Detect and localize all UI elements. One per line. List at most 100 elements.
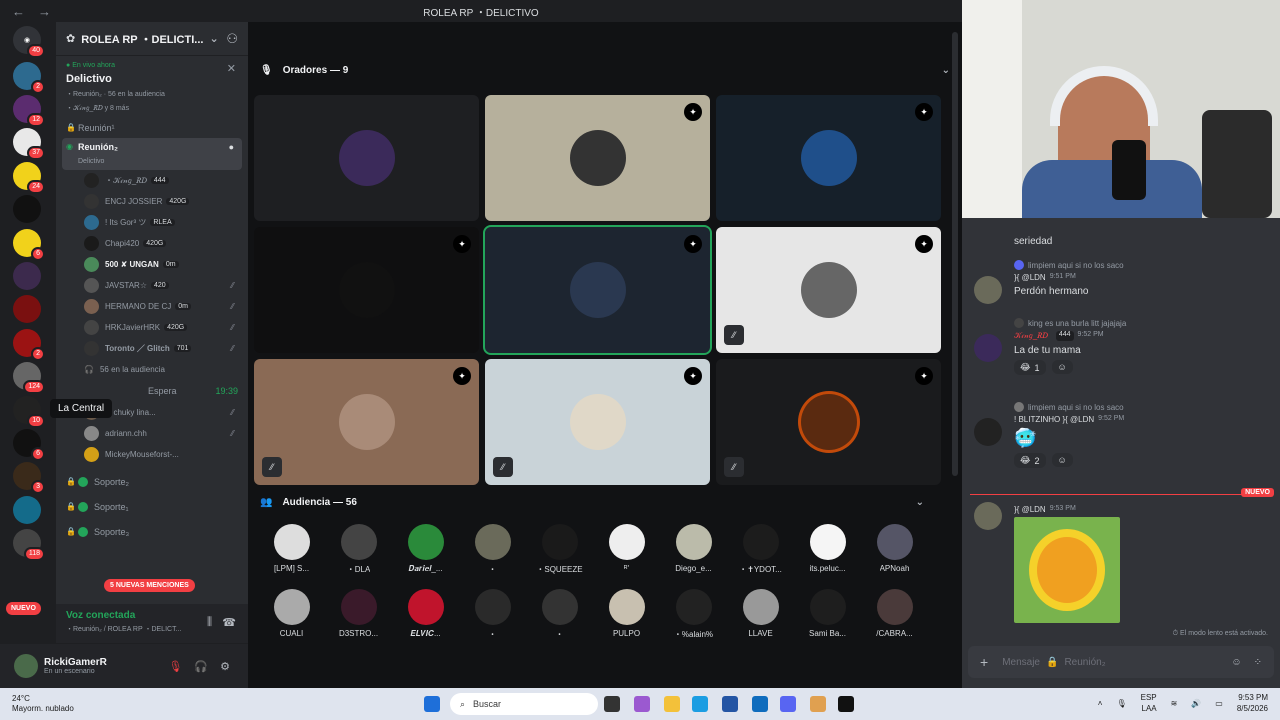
voice-user[interactable]: ENCJ JOSSIER 420G — [56, 191, 248, 212]
server-icon[interactable]: 118 — [13, 529, 45, 561]
volume-icon[interactable]: 🔊 — [1191, 699, 1201, 708]
chevron-down-icon[interactable]: ⌄ — [942, 65, 950, 76]
audience-member[interactable]: /CABRA... — [861, 589, 928, 654]
channel-reunion-2[interactable]: ◉ Reunión₂ ● Delictivo — [62, 138, 242, 170]
discord-icon[interactable] — [780, 696, 796, 712]
speaker-tile-speaking[interactable]: ✦ — [483, 225, 712, 355]
close-icon[interactable]: ✕ — [227, 62, 236, 75]
wifi-icon[interactable]: ≋ — [1171, 699, 1178, 708]
microphone-icon[interactable]: 🎙 — [1116, 699, 1126, 708]
reply-preview[interactable]: limpiem aqui si no los saco — [962, 260, 1280, 270]
voice-status[interactable]: Voz conectada — [66, 610, 238, 621]
new-servers-badge[interactable]: NUEVO — [6, 602, 41, 615]
disconnect-icon[interactable]: ☎ — [222, 616, 236, 629]
speaker-tile[interactable]: ✦ ⁄⁄ — [254, 359, 479, 485]
audience-member[interactable]: CUALI — [258, 589, 325, 654]
voice-user[interactable]: Chapi420 420G — [56, 233, 248, 254]
audience-member[interactable]: ・SQUEEZE — [526, 524, 593, 589]
voice-user[interactable]: ・𝒦𝒾𝓃𝑔_𝑅𝐷 444 — [56, 170, 248, 191]
voice-location[interactable]: ・Reunión₂ / ROLEA RP ・DELICT... — [66, 624, 238, 634]
server-icon[interactable]: 6 — [13, 429, 45, 461]
voice-user[interactable]: adriann.chh ⁄⁄ — [56, 423, 248, 444]
message-author[interactable]: }{ @LDN — [1014, 505, 1046, 514]
invite-people-icon[interactable]: ⚇ — [226, 31, 238, 47]
speaker-tile[interactable] — [254, 95, 479, 221]
speaker-tile[interactable]: ✦ — [485, 95, 710, 221]
apps-icon[interactable]: ⁘ — [1254, 657, 1262, 668]
speaker-tile[interactable]: ✦ — [254, 227, 479, 353]
audience-member[interactable]: [LPM] S... — [258, 524, 325, 589]
audience-member[interactable]: Diego_e... — [660, 524, 727, 589]
channel-soporte-2[interactable]: 🔒 Soporte₂ — [56, 471, 248, 492]
mic-muted-icon[interactable]: 🎙 — [168, 660, 182, 673]
noise-suppression-icon[interactable]: ⫼ — [207, 616, 212, 629]
username[interactable]: RickiGamerR — [44, 657, 107, 668]
outlook-icon[interactable] — [752, 696, 768, 712]
audience-member[interactable]: D3STRO... — [325, 589, 392, 654]
speaker-tile[interactable]: ✦ ⁄⁄ — [485, 359, 710, 485]
speaker-tile[interactable]: ✦ — [716, 95, 941, 221]
server-icon[interactable] — [13, 496, 41, 524]
reply-preview[interactable]: king es una burla litt jajajaja — [962, 318, 1280, 328]
audience-member[interactable]: LLAVE — [727, 589, 794, 654]
chat-bubble-icon[interactable]: ● — [229, 142, 234, 152]
edge-icon[interactable] — [692, 696, 708, 712]
reaction[interactable]: 😂 1 — [1014, 360, 1046, 375]
message-input[interactable]: + Mensaje 🔒 Reunión₂ ☺ ⁘ — [968, 646, 1274, 678]
clock[interactable]: 9:53 PM 8/5/2026 — [1237, 692, 1268, 714]
add-reaction-icon[interactable]: ☺ — [1051, 453, 1073, 467]
audience-member[interactable]: Sami Ba... — [794, 589, 861, 654]
live-stage-card[interactable]: ● En vivo ahora Delictivo ・Reunión₂ · 56… — [56, 56, 248, 117]
message-author[interactable]: }{ @LDN — [1014, 273, 1046, 282]
copilot-icon[interactable] — [634, 696, 650, 712]
server-icon[interactable]: 37 — [13, 128, 45, 160]
server-icon[interactable]: 124 — [13, 362, 45, 394]
new-mentions-badge[interactable]: 5 NUEVAS MENCIONES — [104, 579, 195, 592]
server-icon[interactable]: 2 — [13, 329, 45, 361]
headphones-icon[interactable]: 🎧 — [194, 660, 208, 673]
store-icon[interactable] — [722, 696, 738, 712]
audience-member[interactable]: ・DLA — [325, 524, 392, 589]
audience-member[interactable]: APNoah — [861, 524, 928, 589]
chevron-up-icon[interactable]: ˄ — [1098, 699, 1103, 708]
voice-user[interactable]: ! Its Gor³ ツ RLEA — [56, 212, 248, 233]
channel-soporte-1[interactable]: 🔒 Soporte₁ — [56, 496, 248, 517]
voice-user[interactable]: Toronto ／ Glitch 701 ⁄⁄ — [56, 338, 248, 359]
scrollbar[interactable] — [952, 32, 958, 476]
task-view-icon[interactable] — [604, 696, 620, 712]
server-icon[interactable] — [13, 195, 41, 223]
taskbar-search[interactable]: ⌕ Buscar — [450, 693, 598, 715]
sticker-image[interactable] — [1014, 517, 1120, 623]
message-author[interactable]: ! BLITZINHO }{ @LDN — [1014, 415, 1094, 424]
audience-member[interactable]: ・ — [526, 589, 593, 654]
server-icon[interactable]: 3 — [13, 462, 45, 494]
audience-count[interactable]: 🎧 56 en la audiencia — [56, 359, 248, 380]
speakers-header[interactable]: 🎙 Oradores — 9 ⌄ — [248, 54, 962, 86]
voice-user[interactable]: MickeyMouseforst-... — [56, 444, 248, 465]
app-icon[interactable] — [810, 696, 826, 712]
audience-member[interactable]: PULPO — [593, 589, 660, 654]
voice-user[interactable]: 500 ✘ UNGAN 0m — [56, 254, 248, 275]
server-icon[interactable]: 2 — [13, 62, 45, 94]
speaker-tile[interactable]: ✦ ⁄⁄ — [716, 359, 941, 485]
audience-member[interactable]: ・%alain% — [660, 589, 727, 654]
channel-soporte-3[interactable]: 🔒 Soporte₃ — [56, 521, 248, 542]
gear-icon[interactable]: ⚙ — [220, 660, 230, 673]
avatar[interactable] — [974, 276, 1002, 304]
audience-member[interactable]: ・ — [459, 589, 526, 654]
server-icon[interactable]: 24 — [13, 162, 45, 194]
server-icon[interactable] — [13, 262, 41, 290]
avatar[interactable] — [974, 502, 1002, 530]
avatar[interactable] — [974, 418, 1002, 446]
server-icon[interactable]: 10 — [13, 396, 45, 428]
avatar[interactable] — [14, 654, 38, 678]
speaker-tile[interactable]: ✦ ⁄⁄ — [716, 227, 941, 353]
voice-user[interactable]: HRKJavierHRK 420G ⁄⁄ — [56, 317, 248, 338]
battery-icon[interactable]: ▭ — [1215, 699, 1223, 708]
channel-reunion-1[interactable]: 🔒 Reunión¹ — [56, 117, 248, 138]
server-icon[interactable]: 6 — [13, 229, 45, 261]
file-explorer-icon[interactable] — [664, 696, 680, 712]
server-header[interactable]: ✿ ROLEA RP ・DELICTI... ⌄ ⚇ — [56, 22, 248, 56]
server-icon[interactable]: 12 — [13, 95, 45, 127]
avatar[interactable] — [974, 334, 1002, 362]
